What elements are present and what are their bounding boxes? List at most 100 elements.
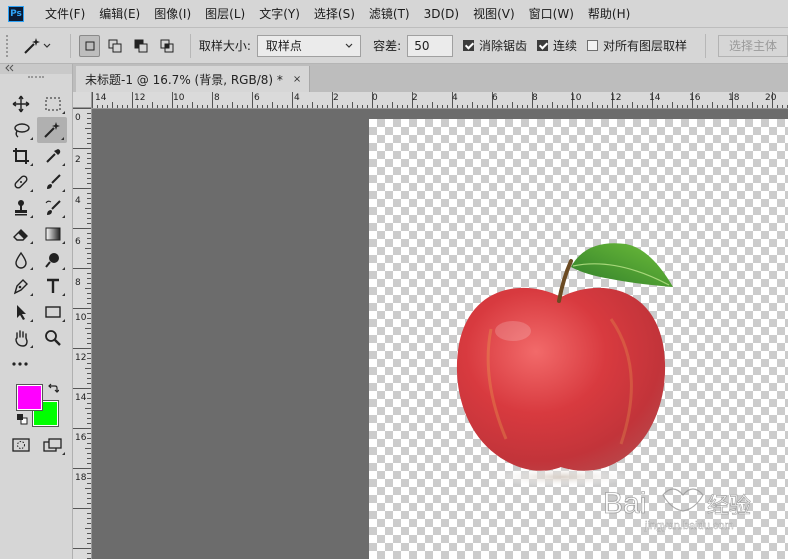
sample-size-label: 取样大小: bbox=[198, 39, 251, 53]
ruler-label: 14 bbox=[649, 93, 661, 103]
swap-colors-icon[interactable] bbox=[47, 382, 59, 394]
ruler-label: 4 bbox=[452, 93, 458, 103]
add-selection-icon bbox=[108, 39, 122, 52]
rectangle-tool[interactable] bbox=[38, 299, 68, 325]
intersect-selection-button[interactable] bbox=[156, 35, 178, 57]
new-selection-icon bbox=[85, 41, 95, 50]
sample-size-select[interactable]: 取样点 bbox=[256, 34, 362, 57]
ruler-label: 10 bbox=[570, 93, 582, 103]
screen-mode-button[interactable] bbox=[38, 432, 68, 458]
contiguous-label: 连续 bbox=[552, 39, 577, 53]
antialias-checkbox[interactable]: 消除锯齿 bbox=[462, 37, 527, 54]
menu-help[interactable]: 帮助(H) bbox=[581, 5, 637, 22]
magic-wand-icon bbox=[24, 37, 40, 54]
menu-layer[interactable]: 图层(L) bbox=[198, 5, 252, 22]
magic-wand-tool[interactable] bbox=[37, 117, 67, 143]
select-subject-button[interactable]: 选择主体 bbox=[717, 34, 788, 57]
apple-image bbox=[456, 243, 673, 487]
options-bar-grip[interactable] bbox=[6, 34, 12, 57]
ruler-label: 12 bbox=[75, 353, 87, 363]
ruler-label: 8 bbox=[214, 93, 220, 103]
blur-tool[interactable] bbox=[6, 247, 36, 273]
foreground-color-swatch[interactable] bbox=[16, 384, 43, 411]
sample-all-layers-label: 对所有图层取样 bbox=[602, 39, 687, 53]
document-tab-title: 未标题-1 @ 16.7% (背景, RGB/8) * bbox=[85, 72, 283, 87]
type-tool[interactable] bbox=[38, 273, 68, 299]
ruler-label: 14 bbox=[95, 93, 107, 103]
zoom-tool[interactable] bbox=[38, 325, 68, 351]
edit-toolbar-button[interactable] bbox=[6, 351, 36, 377]
tool-preset-picker[interactable] bbox=[22, 36, 62, 56]
menu-3d[interactable]: 3D(D) bbox=[417, 7, 466, 21]
quick-mask-button[interactable] bbox=[6, 432, 36, 458]
marquee-tool[interactable] bbox=[38, 91, 68, 117]
lasso-tool[interactable] bbox=[6, 117, 36, 143]
add-to-selection-button[interactable] bbox=[104, 35, 126, 57]
pen-tool[interactable] bbox=[6, 273, 36, 299]
gradient-tool-icon bbox=[45, 227, 61, 241]
menu-select[interactable]: 选择(S) bbox=[307, 5, 362, 22]
menu-filter[interactable]: 滤镜(T) bbox=[362, 5, 417, 22]
menu-edit[interactable]: 编辑(E) bbox=[92, 5, 147, 22]
crop-tool[interactable] bbox=[6, 143, 36, 169]
chevron-down-icon bbox=[43, 43, 51, 48]
sample-all-layers-checkbox[interactable]: 对所有图层取样 bbox=[586, 37, 687, 54]
ruler-label: 18 bbox=[728, 93, 740, 103]
marquee-tool-icon bbox=[45, 97, 61, 111]
ruler-label: 2 bbox=[333, 93, 339, 103]
close-icon[interactable]: × bbox=[293, 74, 301, 85]
new-selection-button[interactable] bbox=[78, 34, 101, 57]
checkbox-unchecked-icon bbox=[586, 40, 598, 51]
zoom-tool-icon bbox=[45, 330, 61, 346]
dodge-tool[interactable] bbox=[38, 247, 68, 273]
tolerance-value: 50 bbox=[414, 38, 430, 53]
ruler-origin[interactable] bbox=[73, 92, 92, 108]
ruler-label: 12 bbox=[134, 93, 146, 103]
menu-image[interactable]: 图像(I) bbox=[147, 5, 198, 22]
gradient-tool[interactable] bbox=[38, 221, 68, 247]
document-canvas[interactable]: Bai 经验 jingyan.baidu.com bbox=[369, 119, 788, 559]
eraser-tool-icon bbox=[13, 229, 28, 241]
ruler-label: 0 bbox=[75, 113, 81, 123]
path-selection-tool[interactable] bbox=[6, 299, 36, 325]
vertical-ruler[interactable]: 0 2 4 6 8 10 12 14 16 18 bbox=[73, 108, 92, 559]
svg-text:Bai: Bai bbox=[603, 487, 646, 520]
history-brush-tool[interactable] bbox=[38, 195, 68, 221]
contiguous-checkbox[interactable]: 连续 bbox=[536, 37, 577, 54]
clone-stamp-tool-icon bbox=[15, 200, 27, 216]
move-tool[interactable] bbox=[6, 91, 36, 117]
ruler-label: 10 bbox=[75, 313, 87, 323]
more-tools-icon bbox=[12, 362, 28, 366]
menu-window[interactable]: 窗口(W) bbox=[522, 5, 581, 22]
document-tab[interactable]: 未标题-1 @ 16.7% (背景, RGB/8) * × bbox=[76, 66, 311, 92]
double-chevron-left-icon bbox=[5, 64, 14, 72]
menu-file[interactable]: 文件(F) bbox=[38, 5, 92, 22]
default-colors-icon[interactable] bbox=[16, 413, 28, 425]
history-brush-tool-icon bbox=[45, 200, 61, 215]
subtract-from-selection-button[interactable] bbox=[130, 35, 152, 57]
menu-type[interactable]: 文字(Y) bbox=[252, 5, 307, 22]
clone-stamp-tool[interactable] bbox=[6, 195, 36, 221]
ruler-label: 14 bbox=[75, 393, 87, 403]
ruler-label: 8 bbox=[532, 93, 538, 103]
antialias-label: 消除锯齿 bbox=[478, 39, 527, 53]
ruler-label: 18 bbox=[75, 473, 87, 483]
path-selection-tool-icon bbox=[17, 305, 26, 320]
hand-tool[interactable] bbox=[6, 325, 36, 351]
eyedropper-tool[interactable] bbox=[38, 143, 68, 169]
menu-view[interactable]: 视图(V) bbox=[466, 5, 522, 22]
healing-brush-tool[interactable] bbox=[6, 169, 36, 195]
eraser-tool[interactable] bbox=[6, 221, 36, 247]
subtract-selection-icon bbox=[134, 39, 148, 52]
panel-grip[interactable] bbox=[28, 76, 44, 81]
menu-bar: Ps 文件(F) 编辑(E) 图像(I) 图层(L) 文字(Y) 选择(S) 滤… bbox=[0, 0, 788, 28]
hand-tool-icon bbox=[15, 330, 28, 347]
horizontal-ruler[interactable]: 14 12 10 8 6 4 2 0 2 4 6 8 10 12 14 16 1… bbox=[92, 92, 788, 109]
panel-collapse-button[interactable] bbox=[0, 64, 72, 74]
tolerance-input[interactable]: 50 bbox=[407, 34, 453, 57]
ruler-label: 12 bbox=[610, 93, 622, 103]
ruler-label: 8 bbox=[75, 278, 81, 288]
checkbox-checked-icon bbox=[462, 40, 474, 51]
brush-tool[interactable] bbox=[38, 169, 68, 195]
ruler-label: 16 bbox=[75, 433, 87, 443]
